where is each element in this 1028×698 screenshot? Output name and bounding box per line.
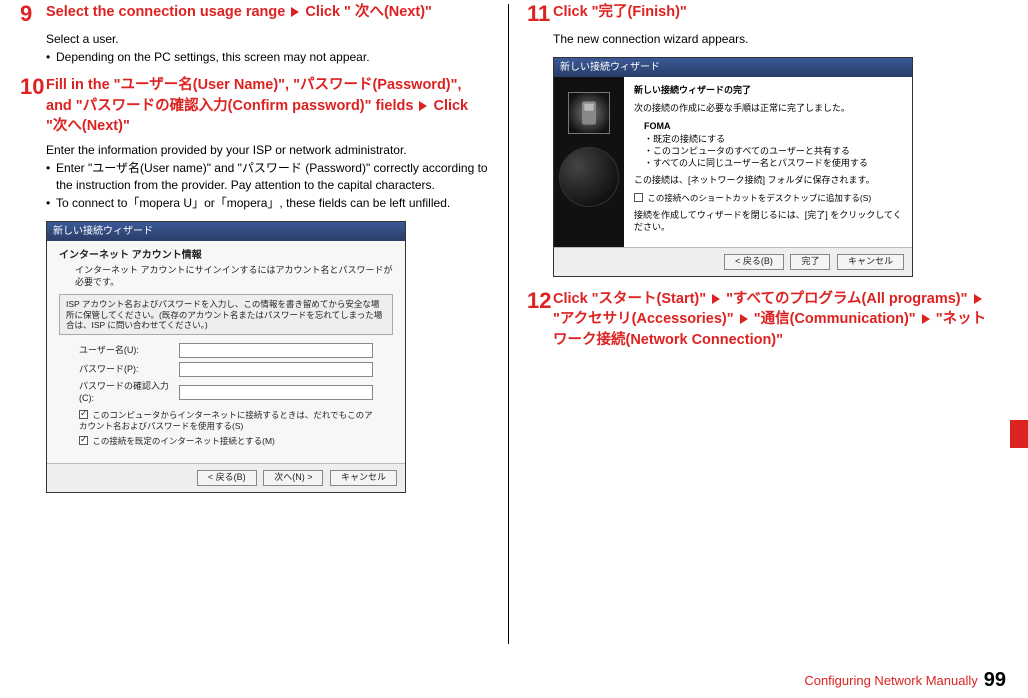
next-button[interactable]: 次へ(N) > xyxy=(263,470,323,486)
screenshot-step-10: 新しい接続ウィザード インターネット アカウント情報 インターネット アカウント… xyxy=(46,221,406,493)
page-columns: 9 Select the connection usage range Clic… xyxy=(0,0,1028,644)
body-bullet: Depending on the PC settings, this scree… xyxy=(46,49,490,65)
screenshot-step-11: 新しい接続ウィザード 新しい接続ウィザードの完了 次の接続の作成に必要な手順は正… xyxy=(553,57,913,277)
line2: この接続は、[ネットワーク接続] フォルダに保存されます。 xyxy=(634,175,902,187)
step-heading: Fill in the "ユーザー名(User Name)", "パスワード(P… xyxy=(46,75,490,136)
label-username: ユーザー名(U): xyxy=(79,345,179,357)
checkbox-label: このコンピュータからインターネットに接続するときは、だれでもこのアカウント名およ… xyxy=(79,410,373,431)
list-item: すべての人に同じユーザー名とパスワードを使用する xyxy=(644,158,902,170)
step-11: 11 Click "完了(Finish)" xyxy=(527,2,997,25)
step-number: 11 xyxy=(527,2,553,25)
window-title: 新しい接続ウィザード xyxy=(47,222,405,241)
step-heading: Click "スタート(Start)" "すべてのプログラム(All progr… xyxy=(553,289,997,350)
finish-sub: 次の接続の作成に必要な手順は正常に完了しました。 xyxy=(634,103,902,115)
finish-heading: 新しい接続ウィザードの完了 xyxy=(634,85,902,97)
input-username[interactable] xyxy=(179,343,373,358)
checkbox-label: この接続へのショートカットをデスクトップに追加する(S) xyxy=(647,193,871,203)
arrow-icon xyxy=(740,314,748,324)
step-number: 12 xyxy=(527,289,553,350)
page-number: 99 xyxy=(984,669,1006,692)
icon-panel xyxy=(554,77,624,247)
group-label: FOMA xyxy=(644,121,902,133)
input-confirm[interactable] xyxy=(179,385,373,400)
button-row: < 戻る(B) 完了 キャンセル xyxy=(554,247,912,276)
input-password[interactable] xyxy=(179,362,373,377)
body-bullet: To connect to「mopera U」or「mopera」, these… xyxy=(46,195,490,211)
checkbox-icon[interactable] xyxy=(79,410,88,419)
field-confirm: パスワードの確認入力(C): xyxy=(79,381,373,404)
arrow-icon xyxy=(291,7,299,17)
note-block: ISP アカウント名およびパスワードを入力し、この情報を書き留めてから安全な場所… xyxy=(59,294,393,335)
arrow-icon xyxy=(974,294,982,304)
step-number: 10 xyxy=(20,75,46,136)
step-number: 9 xyxy=(20,2,46,25)
line3: 接続を作成してウィザードを閉じるには、[完了] をクリックしてください。 xyxy=(634,210,902,233)
dialog-sub: インターネット アカウントにサインインするにはアカウント名とパスワードが必要です… xyxy=(59,265,393,288)
cancel-button[interactable]: キャンセル xyxy=(837,254,904,270)
heading-text-a: Click "スタート(Start)" xyxy=(553,291,710,307)
step-10: 10 Fill in the "ユーザー名(User Name)", "パスワー… xyxy=(20,75,490,136)
heading-text-a: Fill in the "ユーザー名(User Name)", "パスワード(P… xyxy=(46,77,462,113)
step-9-body: Select a user. Depending on the PC setti… xyxy=(46,31,490,65)
footer-text: Configuring Network Manually xyxy=(804,673,977,688)
field-username: ユーザー名(U): xyxy=(79,343,373,358)
arrow-icon xyxy=(712,294,720,304)
field-password: パスワード(P): xyxy=(79,362,373,377)
list-item: 既定の接続にする xyxy=(644,134,902,146)
dialog-heading: インターネット アカウント情報 xyxy=(59,249,393,262)
window-title: 新しい接続ウィザード xyxy=(554,58,912,77)
arrow-icon xyxy=(922,314,930,324)
checkbox-label: この接続を既定のインターネット接続とする(M) xyxy=(92,436,275,446)
step-11-body: The new connection wizard appears. xyxy=(553,31,997,47)
screenshot-body: 新しい接続ウィザードの完了 次の接続の作成に必要な手順は正常に完了しました。 F… xyxy=(554,77,912,247)
column-divider xyxy=(508,4,509,644)
back-button[interactable]: < 戻る(B) xyxy=(197,470,257,486)
heading-text-b: "すべてのプログラム(All programs)" xyxy=(722,291,971,307)
label-password: パスワード(P): xyxy=(79,364,179,376)
step-heading: Click "完了(Finish)" xyxy=(553,2,687,25)
heading-text-b: Click " 次へ(Next)" xyxy=(301,4,432,20)
heading-text-d: "通信(Communication)" xyxy=(750,311,920,327)
side-tab-marker xyxy=(1010,420,1028,448)
wizard-icon xyxy=(568,92,610,134)
label-confirm: パスワードの確認入力(C): xyxy=(79,381,179,404)
step-heading: Select the connection usage range Click … xyxy=(46,2,432,25)
checkbox-icon[interactable] xyxy=(634,193,643,202)
heading-text-a: Select the connection usage range xyxy=(46,4,289,20)
back-button[interactable]: < 戻る(B) xyxy=(724,254,784,270)
left-column: 9 Select the connection usage range Clic… xyxy=(20,2,490,644)
page-footer: Configuring Network Manually 99 xyxy=(804,669,1006,692)
globe-icon xyxy=(559,147,619,207)
finish-button[interactable]: 完了 xyxy=(790,254,830,270)
list-item: このコンピュータのすべてのユーザーと共有する xyxy=(644,146,902,158)
screenshot-body: インターネット アカウント情報 インターネット アカウントにサインインするにはア… xyxy=(47,241,405,463)
body-line: Enter the information provided by your I… xyxy=(46,142,490,158)
step-9: 9 Select the connection usage range Clic… xyxy=(20,2,490,25)
checkbox-icon[interactable] xyxy=(79,436,88,445)
body-bullet: Enter "ユーザ名(User name)" and "パスワード (Pass… xyxy=(46,160,490,192)
step-10-body: Enter the information provided by your I… xyxy=(46,142,490,211)
body-line: Select a user. xyxy=(46,31,490,47)
step-12: 12 Click "スタート(Start)" "すべてのプログラム(All pr… xyxy=(527,289,997,350)
arrow-icon xyxy=(419,101,427,111)
body-line: The new connection wizard appears. xyxy=(553,31,997,47)
right-pane: 新しい接続ウィザードの完了 次の接続の作成に必要な手順は正常に完了しました。 F… xyxy=(624,77,912,247)
right-column: 11 Click "完了(Finish)" The new connection… xyxy=(527,2,997,644)
button-row: < 戻る(B) 次へ(N) > キャンセル xyxy=(47,463,405,492)
cancel-button[interactable]: キャンセル xyxy=(330,470,397,486)
heading-text-c: "アクセサリ(Accessories)" xyxy=(553,311,738,327)
